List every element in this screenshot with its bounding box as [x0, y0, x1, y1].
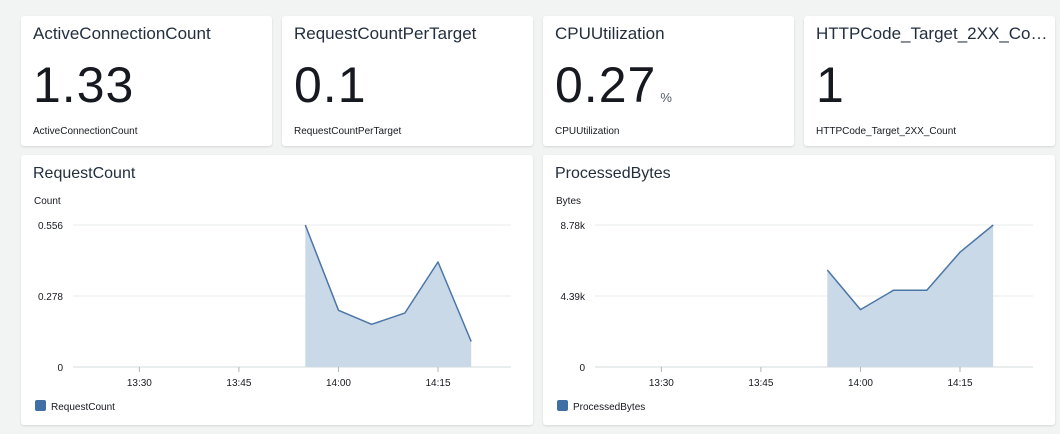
y-tick-label: 0.278	[38, 292, 63, 303]
metric-value: 1	[816, 56, 849, 114]
y-axis-label: Count	[34, 196, 61, 207]
metric-value: 0.27%	[555, 56, 672, 114]
chart-card-processed-bytes[interactable]: ProcessedBytes Bytes 8.78k 4.39k 0 13:30 13:45…	[543, 155, 1055, 425]
y-tick-label: 4.39k	[561, 292, 586, 303]
x-tick-label: 14:15	[425, 378, 450, 389]
processed-bytes-chart: ProcessedBytes Bytes 8.78k 4.39k 0 13:30 13:45…	[555, 165, 1033, 413]
metric-number: 0.1	[294, 57, 367, 113]
chart-title[interactable]: RequestCount	[33, 165, 136, 182]
stat-card-cpu-utilization[interactable]: CPUUtilization 0.27% CPUUtilization	[543, 16, 794, 146]
metric-number: 1	[816, 57, 845, 113]
x-tick-label: 13:30	[649, 378, 674, 389]
metric-label: ActiveConnectionCount	[33, 126, 138, 137]
y-tick-label: 8.78k	[561, 221, 586, 232]
metric-unit: %	[660, 90, 672, 105]
widget-title[interactable]: CPUUtilization	[555, 24, 785, 44]
legend-label[interactable]: ProcessedBytes	[573, 402, 645, 413]
widget-title[interactable]: RequestCountPerTarget	[294, 24, 524, 44]
request-count-chart: RequestCount Count 0.556 0.278 0 13:30 13:45 14…	[33, 165, 511, 413]
x-tick-label: 14:15	[947, 378, 972, 389]
metric-value: 1.33	[33, 56, 138, 114]
metric-label: HTTPCode_Target_2XX_Count	[816, 126, 957, 137]
x-tick-label: 13:45	[748, 378, 773, 389]
legend-swatch[interactable]	[557, 400, 568, 411]
x-tick-label: 13:30	[127, 378, 152, 389]
metric-label: CPUUtilization	[555, 126, 620, 137]
x-tick-label: 14:00	[848, 378, 873, 389]
x-tick-label: 13:45	[226, 378, 251, 389]
legend-label[interactable]: RequestCount	[51, 402, 115, 413]
stat-card-request-count-per-target[interactable]: RequestCountPerTarget 0.1 RequestCountPe…	[282, 16, 533, 146]
stat-card-active-connection-count[interactable]: ActiveConnectionCount 1.33 ActiveConnect…	[21, 16, 272, 146]
stat-card-httpcode-target-2xx-count[interactable]: HTTPCode_Target_2XX_Co… 1 HTTPCode_Targe…	[804, 16, 1055, 146]
metric-number: 0.27	[555, 57, 657, 113]
metric-value: 0.1	[294, 56, 371, 114]
y-tick-label: 0.556	[38, 221, 63, 232]
widget-title[interactable]: ActiveConnectionCount	[33, 24, 263, 44]
legend-swatch[interactable]	[35, 400, 46, 411]
widget-title[interactable]: HTTPCode_Target_2XX_Co…	[816, 24, 1051, 44]
y-tick-label: 0	[57, 363, 63, 374]
chart-title[interactable]: ProcessedBytes	[555, 165, 671, 182]
metric-number: 1.33	[33, 57, 135, 113]
y-tick-label: 0	[579, 363, 585, 374]
chart-card-request-count[interactable]: RequestCount Count 0.556 0.278 0 13:30 13:45 14…	[21, 155, 533, 425]
metric-label: RequestCountPerTarget	[294, 126, 402, 137]
y-axis-label: Bytes	[556, 196, 581, 207]
x-tick-label: 14:00	[326, 378, 351, 389]
